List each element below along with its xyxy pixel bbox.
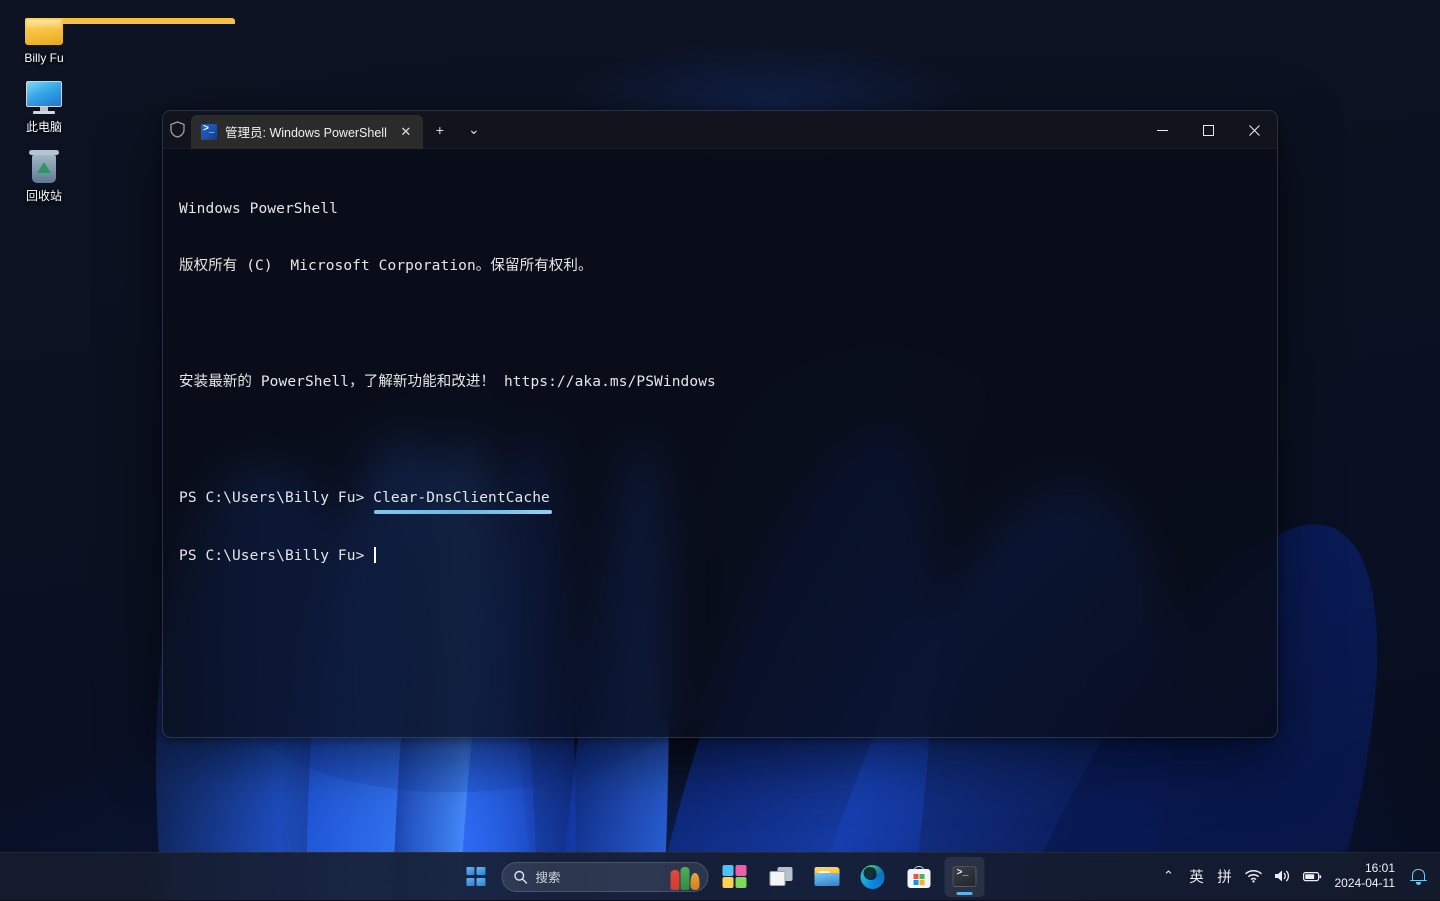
terminal-command-text: Clear-DnsClientCache (373, 490, 550, 506)
window-titlebar[interactable]: 管理员: Windows PowerShell ✕ + ⌄ (163, 111, 1277, 149)
battery-icon[interactable] (1298, 856, 1327, 896)
shield-icon (163, 111, 191, 149)
search-placeholder: 搜索 (536, 867, 663, 886)
clock-time: 16:01 (1365, 861, 1395, 876)
taskbar-item-explorer[interactable] (807, 857, 847, 897)
terminal-line-blank (179, 315, 1261, 334)
store-icon (907, 866, 930, 888)
desktop-icon-billy-fu-folder[interactable]: Billy Fu (6, 6, 82, 69)
terminal-tab[interactable]: 管理员: Windows PowerShell ✕ (191, 115, 423, 149)
desktop-icon-list: Billy Fu 此电脑 回收站 (0, 0, 90, 207)
taskbar-item-widgets[interactable] (715, 857, 755, 897)
desktop[interactable]: Billy Fu 此电脑 回收站 (0, 0, 1440, 900)
start-button[interactable] (456, 857, 496, 897)
notifications-button[interactable] (1405, 856, 1432, 896)
titlebar-drag-area[interactable] (491, 111, 1139, 148)
terminal-line: 版权所有 (C) Microsoft Corporation。保留所有权利。 (179, 257, 1261, 276)
terminal-command: Clear-DnsClientCache (373, 489, 550, 508)
system-tray: ⌃ 英 拼 16:01 (1156, 852, 1440, 900)
windows-logo-icon (466, 867, 485, 886)
minimize-button[interactable] (1139, 111, 1185, 149)
search-icon (514, 870, 528, 884)
taskbar-item-terminal[interactable] (945, 857, 985, 897)
desktop-icon-this-pc[interactable]: 此电脑 (6, 75, 82, 138)
close-tab-button[interactable]: ✕ (395, 121, 417, 143)
widgets-icon (723, 865, 747, 888)
terminal-line: Windows PowerShell (179, 200, 1261, 219)
taskbar-item-edge[interactable] (853, 857, 893, 897)
titlebar-left: 管理员: Windows PowerShell ✕ + ⌄ (163, 111, 491, 148)
recycle-bin-icon (25, 150, 63, 184)
taskbar-center-group: 搜索 (456, 853, 985, 901)
desktop-icon-label: 此电脑 (26, 120, 62, 134)
bell-icon (1410, 868, 1427, 885)
terminal-prompt: PS C:\Users\Billy Fu> (179, 548, 373, 564)
terminal-icon (953, 866, 977, 887)
taskbar[interactable]: 搜索 (0, 852, 1440, 900)
wifi-icon[interactable] (1240, 856, 1267, 896)
desktop-icon-recycle-bin[interactable]: 回收站 (6, 144, 82, 207)
terminal-output[interactable]: Windows PowerShell 版权所有 (C) Microsoft Co… (163, 149, 1277, 738)
clock-button[interactable]: 16:01 2024-04-11 (1329, 856, 1404, 896)
terminal-line: 安装最新的 PowerShell，了解新功能和改进！ https://aka.m… (179, 373, 1261, 392)
clock-date: 2024-04-11 (1335, 876, 1396, 891)
desktop-icon-label: 回收站 (26, 189, 62, 203)
powershell-icon (201, 124, 217, 140)
powershell-window[interactable]: 管理员: Windows PowerShell ✕ + ⌄ (162, 110, 1278, 738)
terminal-active-prompt-line: PS C:\Users\Billy Fu> (179, 547, 1261, 566)
terminal-line-blank (179, 431, 1261, 450)
monitor-icon (25, 81, 63, 115)
speaker-icon[interactable] (1269, 856, 1296, 896)
terminal-command-line: PS C:\Users\Billy Fu> Clear-DnsClientCac… (179, 489, 1261, 508)
folder-icon (25, 12, 63, 46)
search-input[interactable]: 搜索 (502, 862, 709, 892)
tab-title: 管理员: Windows PowerShell (225, 122, 387, 141)
taskbar-item-store[interactable] (899, 857, 939, 897)
chevron-down-icon[interactable]: ⌄ (457, 111, 491, 149)
close-button[interactable] (1231, 111, 1277, 149)
task-view-icon (769, 867, 792, 886)
maximize-button[interactable] (1185, 111, 1231, 149)
window-controls (1139, 111, 1277, 148)
explorer-icon (814, 866, 839, 887)
text-cursor (374, 547, 376, 563)
ime-language-indicator[interactable]: 英 (1184, 856, 1210, 896)
new-tab-button[interactable]: + (423, 111, 457, 149)
terminal-prompt: PS C:\Users\Billy Fu> (179, 490, 373, 506)
tray-overflow-button[interactable]: ⌃ (1156, 856, 1182, 896)
edge-icon (861, 865, 885, 889)
ime-mode-indicator[interactable]: 拼 (1212, 856, 1238, 896)
command-underline (374, 510, 552, 514)
desktop-icon-label: Billy Fu (24, 51, 63, 65)
search-illustration-icon (671, 864, 700, 890)
taskbar-item-task-view[interactable] (761, 857, 801, 897)
